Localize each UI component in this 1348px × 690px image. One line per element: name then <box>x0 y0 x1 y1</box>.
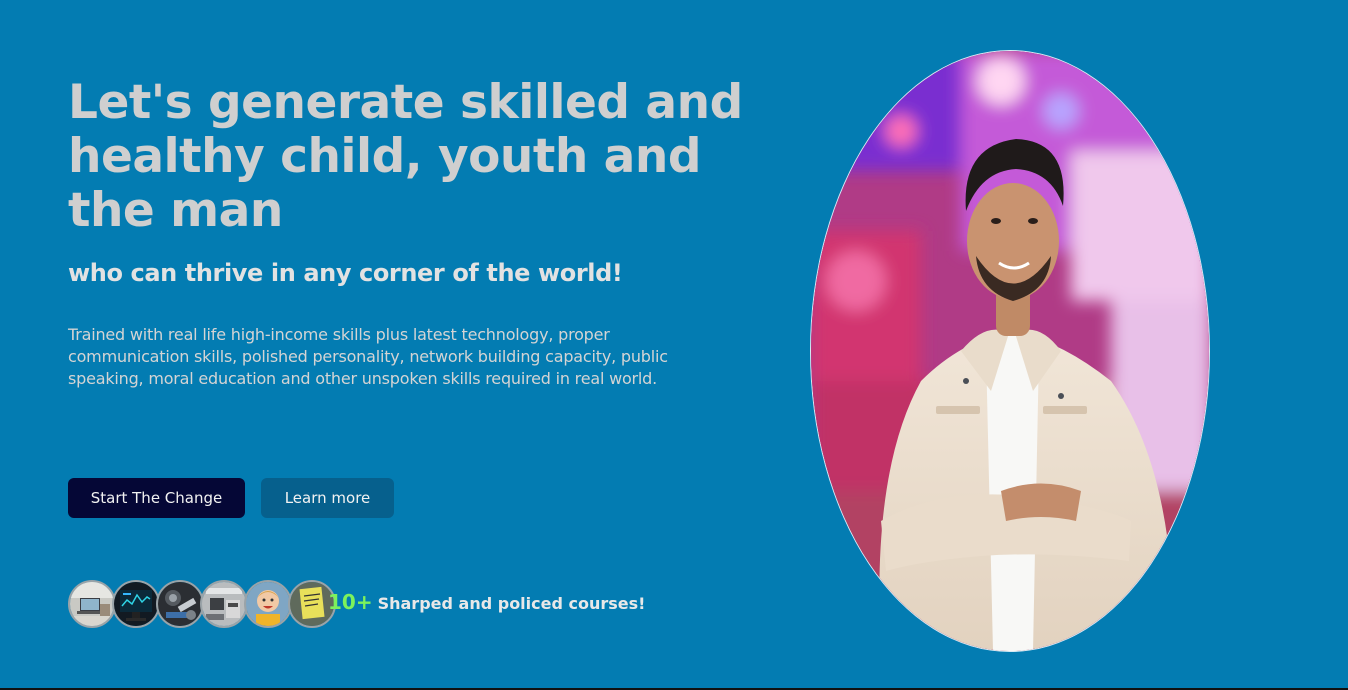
learn-more-button[interactable]: Learn more <box>261 478 394 518</box>
courses-label: Sharped and policed courses! <box>377 594 646 613</box>
start-the-change-button[interactable]: Start The Change <box>68 478 245 518</box>
course-avatar-electronics <box>200 580 248 628</box>
course-avatar-robotics <box>156 580 204 628</box>
course-avatar-laptop <box>68 580 116 628</box>
hero-section: Let's generate skilled and healthy child… <box>0 0 1348 688</box>
course-avatar-stack <box>68 580 336 628</box>
course-avatar-monitor <box>112 580 160 628</box>
hero-description: Trained with real life high-income skill… <box>68 325 668 388</box>
courses-count: 10+ <box>328 590 373 614</box>
hero-headline: Let's generate skilled and healthy child… <box>68 75 743 238</box>
hero-portrait-image <box>810 50 1210 652</box>
course-avatar-child <box>244 580 292 628</box>
courses-count-label: 10+ Sharped and policed courses! <box>328 590 645 614</box>
hero-subheadline: who can thrive in any corner of the worl… <box>68 259 623 287</box>
